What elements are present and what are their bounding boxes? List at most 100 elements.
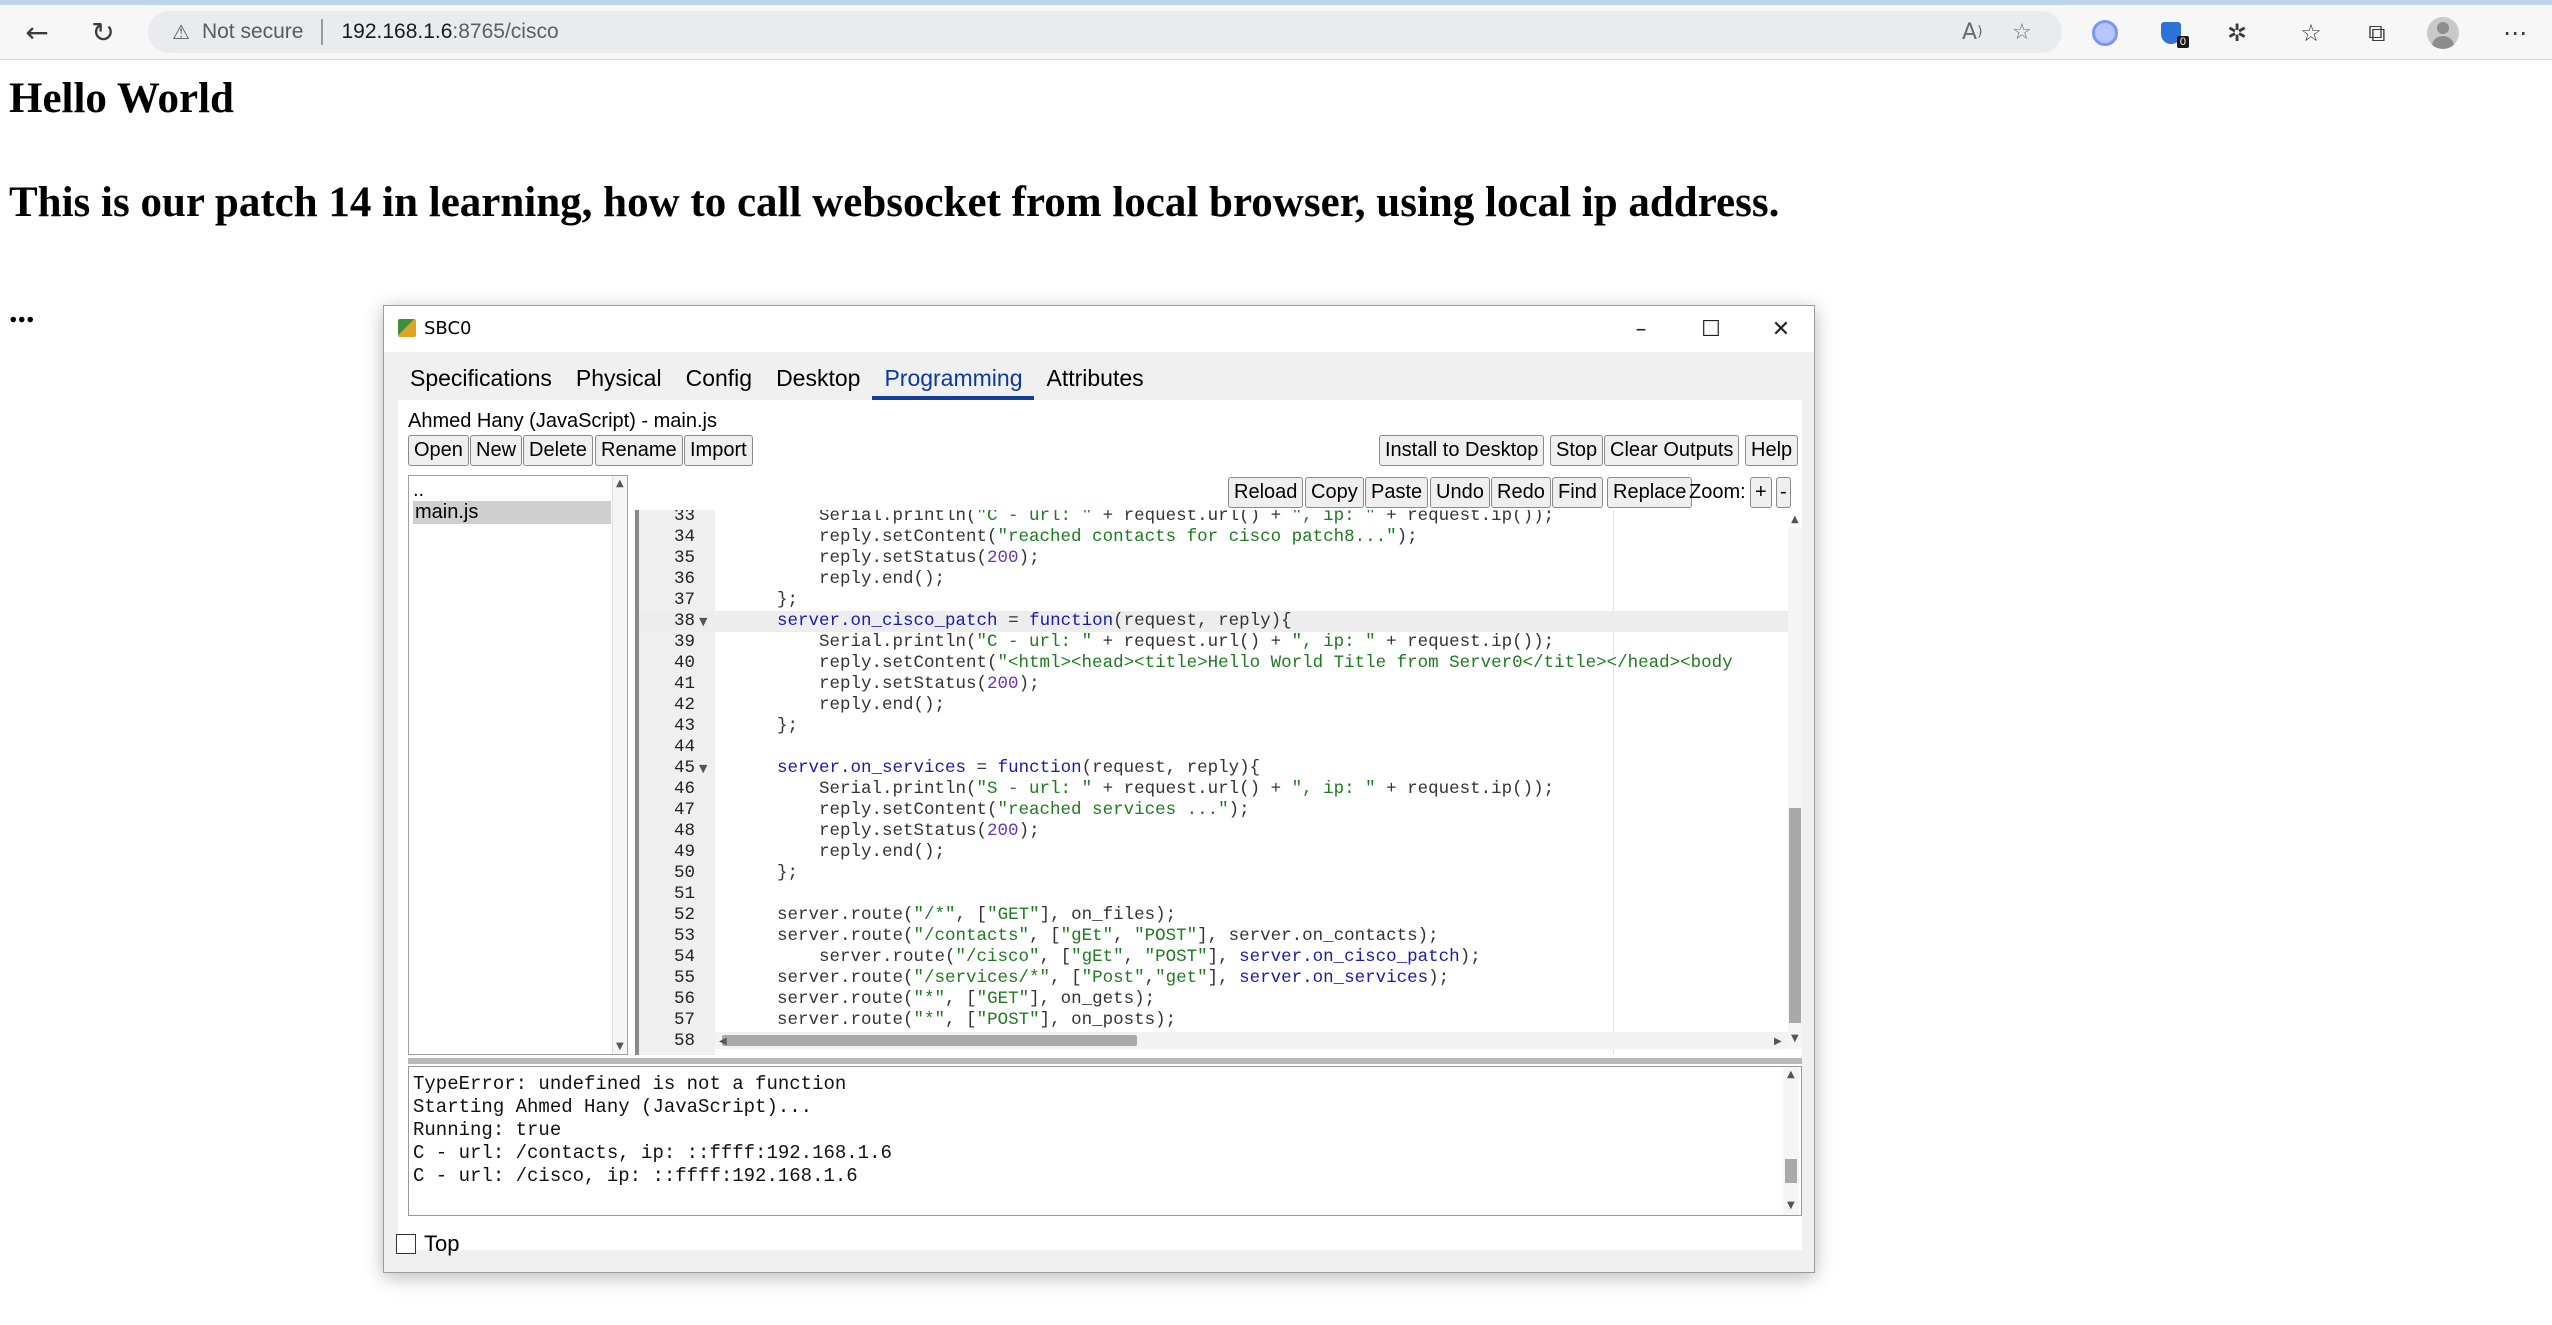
shield-extension-button[interactable]: 0 bbox=[2143, 5, 2199, 60]
rename-button[interactable]: Rename bbox=[595, 435, 683, 466]
code-line[interactable]: 45 ▼ server.on_services = function(reques… bbox=[639, 758, 1789, 779]
code-line[interactable]: 36 reply.end(); bbox=[639, 569, 1789, 590]
security-label[interactable]: Not secure bbox=[202, 20, 304, 44]
code-line[interactable]: 49 reply.end(); bbox=[639, 842, 1789, 863]
search-extension-button[interactable] bbox=[2077, 5, 2133, 60]
collections-button[interactable]: ⧉ bbox=[2349, 5, 2405, 60]
stop-button[interactable]: Stop bbox=[1550, 435, 1604, 466]
file-list-scrollbar[interactable]: ▲ ▼ bbox=[612, 476, 627, 1054]
url-path[interactable]: :8765/cisco bbox=[452, 20, 558, 44]
file-list[interactable]: .. main.js ▲ ▼ bbox=[408, 475, 628, 1055]
console-scroll-thumb[interactable] bbox=[1785, 1159, 1797, 1183]
delete-button[interactable]: Delete bbox=[523, 435, 593, 466]
tab-desktop[interactable]: Desktop bbox=[764, 356, 872, 400]
new-button[interactable]: New bbox=[470, 435, 523, 466]
code-line[interactable]: 35 reply.setStatus(200); bbox=[639, 548, 1789, 569]
undo-button[interactable]: Undo bbox=[1430, 477, 1490, 508]
code-line[interactable]: 40 reply.setContent("<html><head><title>… bbox=[639, 653, 1789, 674]
code-text: server.route("/services/*", ["Post","get… bbox=[735, 968, 1450, 988]
code-line[interactable]: 44 bbox=[639, 737, 1789, 758]
open-button[interactable]: Open bbox=[408, 435, 469, 466]
copy-button[interactable]: Copy bbox=[1305, 477, 1364, 508]
read-aloud-icon[interactable]: A) bbox=[1962, 11, 1983, 53]
paste-button[interactable]: Paste bbox=[1365, 477, 1429, 508]
zoom-in-button[interactable]: + bbox=[1750, 477, 1772, 508]
fold-toggle-icon[interactable]: ▼ bbox=[699, 611, 707, 632]
output-line: C - url: /contacts, ip: ::ffff:192.168.1… bbox=[413, 1142, 892, 1164]
profile-button[interactable] bbox=[2415, 5, 2471, 60]
code-line[interactable]: 50 }; bbox=[639, 863, 1789, 884]
code-line[interactable]: 56 server.route("*", ["GET"], on_gets); bbox=[639, 989, 1789, 1010]
editor-scroll-up-icon[interactable]: ▲ bbox=[1791, 514, 1799, 525]
code-line[interactable]: 52 server.route("/*", ["GET"], on_files)… bbox=[639, 905, 1789, 926]
editor-vertical-scroll-thumb[interactable] bbox=[1789, 808, 1801, 1023]
output-console[interactable]: TypeError: undefined is not a function S… bbox=[408, 1066, 1802, 1216]
code-line[interactable]: 47 reply.setContent("reached services ..… bbox=[639, 800, 1789, 821]
editor-scroll-left-icon[interactable]: ◀ bbox=[719, 1036, 727, 1047]
back-button[interactable]: ← bbox=[8, 5, 66, 60]
reload-code-button[interactable]: Reload bbox=[1228, 477, 1304, 508]
editor-scroll-down-icon[interactable]: ▼ bbox=[1791, 1033, 1799, 1044]
code-line[interactable]: 33 Serial.println("C - url: " + request.… bbox=[639, 510, 1789, 527]
tab-attributes[interactable]: Attributes bbox=[1034, 356, 1155, 400]
favorite-star-icon[interactable]: ☆ bbox=[2012, 11, 2032, 53]
code-line[interactable]: 34 reply.setContent("reached contacts fo… bbox=[639, 527, 1789, 548]
top-checkbox-row[interactable]: Top bbox=[396, 1231, 459, 1257]
maximize-button[interactable]: ☐ bbox=[1676, 306, 1746, 352]
code-line[interactable]: 43 }; bbox=[639, 716, 1789, 737]
fold-toggle-icon[interactable]: ▼ bbox=[699, 758, 707, 779]
help-button[interactable]: Help bbox=[1745, 435, 1799, 466]
code-editor[interactable]: 33 Serial.println("C - url: " + request.… bbox=[635, 510, 1802, 1055]
zoom-out-button[interactable]: - bbox=[1776, 477, 1791, 508]
tab-programming[interactable]: Programming bbox=[872, 356, 1035, 400]
editor-horizontal-scroll-thumb[interactable] bbox=[722, 1035, 1137, 1046]
code-line[interactable]: 55 server.route("/services/*", ["Post","… bbox=[639, 968, 1789, 989]
redo-button[interactable]: Redo bbox=[1491, 477, 1551, 508]
install-to-desktop-button[interactable]: Install to Desktop bbox=[1379, 435, 1545, 466]
console-scroll-up-icon[interactable]: ▲ bbox=[1787, 1069, 1795, 1080]
console-scrollbar[interactable] bbox=[1783, 1067, 1799, 1215]
code-line[interactable]: 37 }; bbox=[639, 590, 1789, 611]
line-number: 34 bbox=[673, 527, 695, 547]
list-item-parent[interactable]: .. bbox=[413, 479, 424, 502]
code-line[interactable]: 54 server.route("/cisco", ["gEt", "POST"… bbox=[639, 947, 1789, 968]
code-line[interactable]: 41 reply.setStatus(200); bbox=[639, 674, 1789, 695]
code-line[interactable]: 51 bbox=[639, 884, 1789, 905]
console-scroll-down-icon[interactable]: ▼ bbox=[1787, 1200, 1795, 1211]
top-checkbox[interactable] bbox=[396, 1234, 416, 1254]
replace-button[interactable]: Replace bbox=[1607, 477, 1693, 508]
line-number: 42 bbox=[673, 695, 695, 715]
close-button[interactable]: ✕ bbox=[1746, 306, 1816, 352]
reload-button[interactable]: ↻ bbox=[74, 5, 132, 60]
import-button[interactable]: Import bbox=[684, 435, 753, 466]
tab-config[interactable]: Config bbox=[674, 356, 764, 400]
list-item-main-js[interactable]: main.js bbox=[413, 501, 611, 524]
more-menu-button[interactable]: ⋯ bbox=[2487, 5, 2543, 60]
split-divider[interactable] bbox=[408, 1058, 1802, 1064]
find-button[interactable]: Find bbox=[1552, 477, 1603, 508]
favorites-button[interactable]: ☆ bbox=[2283, 5, 2339, 60]
minimize-button[interactable]: – bbox=[1606, 306, 1676, 352]
tab-physical[interactable]: Physical bbox=[564, 356, 674, 400]
line-number: 50 bbox=[673, 863, 695, 883]
scroll-up-icon[interactable]: ▲ bbox=[616, 478, 624, 489]
code-line[interactable]: 46 Serial.println("S - url: " + request.… bbox=[639, 779, 1789, 800]
url-host[interactable]: 192.168.1.6 bbox=[341, 20, 452, 44]
window-titlebar[interactable]: SBC0 – ☐ ✕ bbox=[384, 306, 1814, 352]
code-text: }; bbox=[735, 716, 799, 736]
scroll-down-icon[interactable]: ▼ bbox=[616, 1041, 624, 1052]
extensions-button[interactable]: ✲ bbox=[2209, 5, 2265, 60]
code-line[interactable]: 38 ▼ server.on_cisco_patch = function(req… bbox=[639, 611, 1789, 632]
line-number: 43 bbox=[673, 716, 695, 736]
tab-specifications[interactable]: Specifications bbox=[398, 356, 564, 400]
line-number: 51 bbox=[673, 884, 695, 904]
code-line[interactable]: 57 server.route("*", ["POST"], on_posts)… bbox=[639, 1010, 1789, 1031]
code-line[interactable]: 48 reply.setStatus(200); bbox=[639, 821, 1789, 842]
editor-scroll-right-icon[interactable]: ▶ bbox=[1774, 1036, 1782, 1047]
code-line[interactable]: 42 reply.end(); bbox=[639, 695, 1789, 716]
code-line[interactable]: 53 server.route("/contacts", ["gEt", "PO… bbox=[639, 926, 1789, 947]
clear-outputs-button[interactable]: Clear Outputs bbox=[1604, 435, 1740, 466]
code-line[interactable]: 39 Serial.println("C - url: " + request.… bbox=[639, 632, 1789, 653]
address-bar[interactable]: ⚠ Not secure 192.168.1.6:8765/cisco A) ☆ bbox=[148, 11, 2062, 53]
code-text: server.on_cisco_patch = function(request… bbox=[777, 611, 1292, 631]
